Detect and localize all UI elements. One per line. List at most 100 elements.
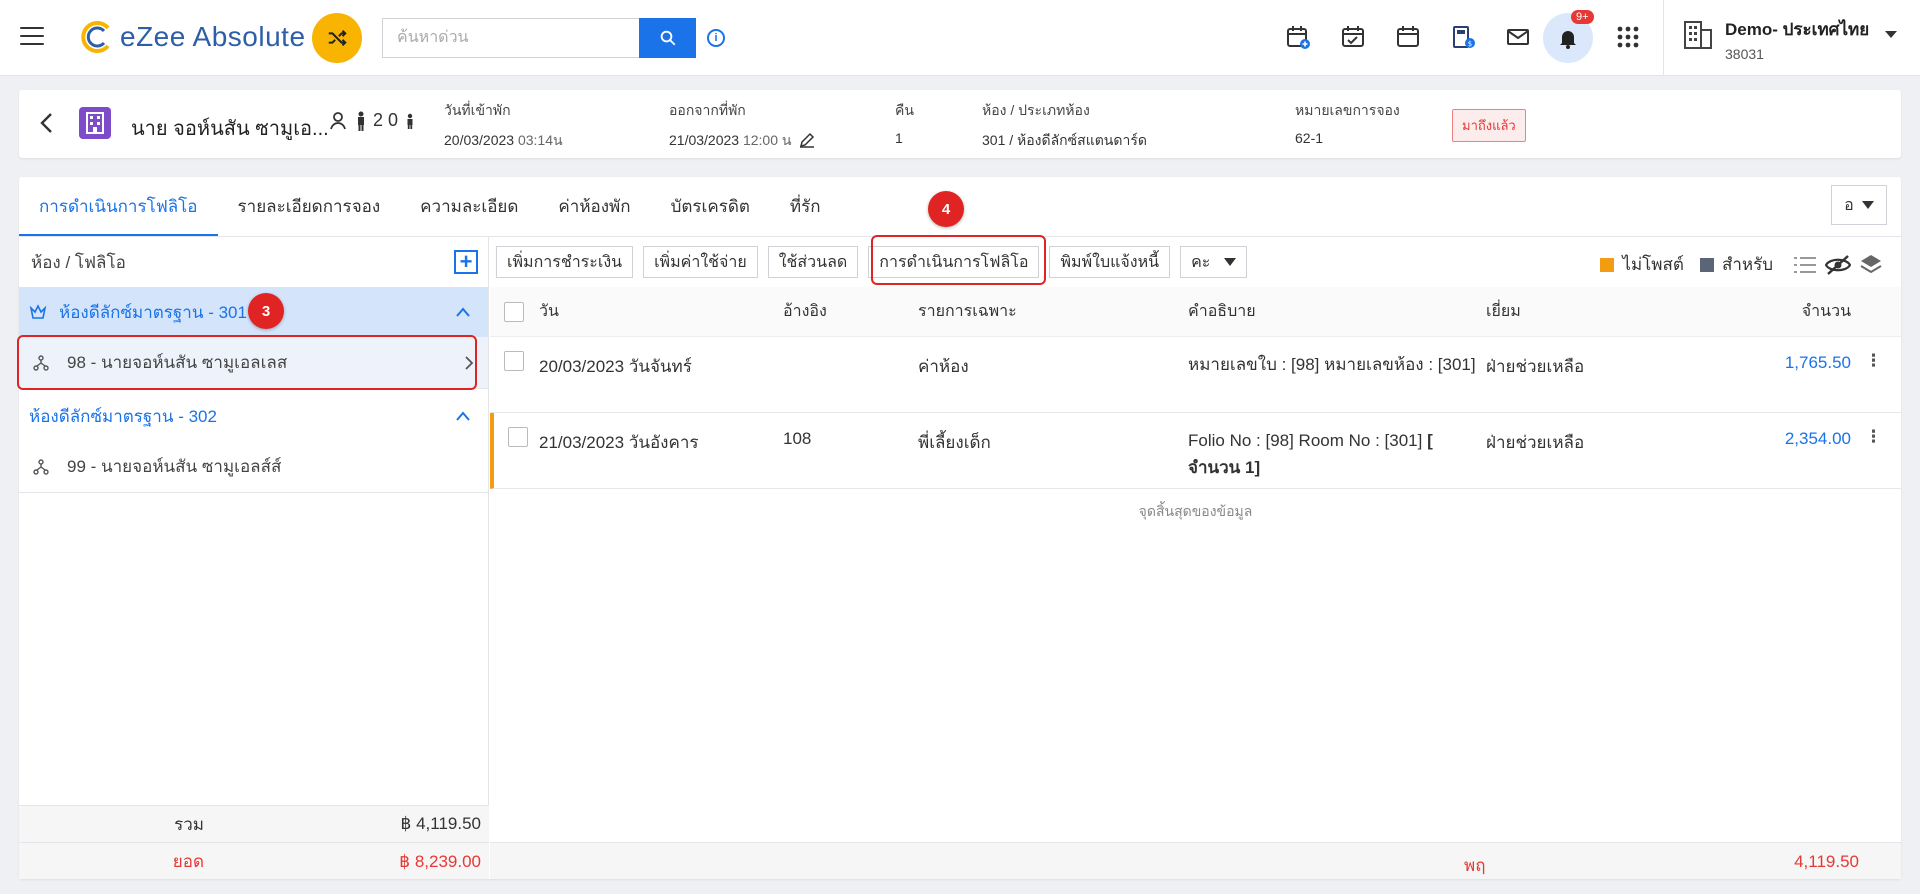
tab-booking-details[interactable]: รายละเอียดการจอง — [218, 177, 401, 237]
add-charge-button[interactable]: เพิ่มค่าใช้จ่าย — [643, 246, 758, 278]
balance-value: ฿ 8,239.00 — [399, 851, 481, 871]
folio-label: 99 - นายจอห์นสัน ซามูเอลส์ส์ — [67, 457, 282, 476]
guest-profile-icon[interactable] — [329, 111, 349, 131]
col-header-desc[interactable]: คำอธิบาย — [1188, 298, 1486, 325]
row-ref: 108 — [783, 429, 812, 448]
property-name: Demo- ประเทศไทย — [1725, 20, 1870, 39]
table-footer: พฤ 4,119.50 — [490, 842, 1901, 879]
tab-credit-card[interactable]: บัตรเครดิต — [651, 177, 770, 237]
calendar-check-icon[interactable] — [1338, 22, 1368, 52]
notification-badge: 9+ — [1571, 10, 1594, 24]
row-item: พี่เลี้ยงเด็ก — [918, 433, 991, 452]
col-header-amount[interactable]: จำนวน — [1736, 299, 1851, 324]
room-folio-list: ห้อง / โฟลิโอ + ห้องดีลักซ์มาตรฐาน - 301… — [19, 237, 489, 879]
folio-transactions: เพิ่มการชำระเงิน เพิ่มค่าใช้จ่าย ใช้ส่วน… — [490, 237, 1901, 879]
add-payment-button[interactable]: เพิ่มการชำระเงิน — [496, 246, 634, 278]
chevron-up-icon[interactable] — [456, 411, 470, 421]
shuffle-button[interactable] — [312, 13, 362, 63]
room-folio-title: ห้อง / โฟลิโอ — [31, 252, 126, 272]
end-of-data: จุดสิ้นสุดของข้อมูล — [1138, 503, 1253, 519]
search-input[interactable] — [382, 18, 639, 58]
chevron-down-icon — [1861, 201, 1874, 209]
nights-label: คืน — [895, 102, 914, 118]
row-visit: ฝ่ายช่วยเหลือ — [1486, 433, 1585, 452]
status-badge: มาถึงแล้ว — [1452, 109, 1526, 142]
row-checkbox[interactable] — [508, 427, 528, 447]
info-icon[interactable]: i — [707, 29, 725, 47]
row-amount[interactable]: 2,354.00 — [1736, 427, 1851, 449]
row-more-icon[interactable]: ⋮ — [1851, 427, 1896, 447]
select-all-checkbox[interactable] — [504, 301, 524, 322]
for-swatch — [1699, 257, 1714, 272]
row-checkbox[interactable] — [504, 351, 524, 371]
calendar-add-icon[interactable] — [1283, 22, 1313, 52]
total-value: ฿ 4,119.50 — [400, 814, 481, 833]
app-logo[interactable]: eZee Absolute — [80, 20, 306, 54]
balance-label: ยอด — [172, 852, 204, 871]
guest-name[interactable]: นาย จอห์นสัน ซามูเอ... — [131, 112, 329, 144]
tab-bar: การดำเนินการโฟลิโอ รายละเอียดการจอง ความ… — [19, 177, 841, 237]
apps-grid-icon[interactable] — [1613, 22, 1643, 52]
cash-register-icon[interactable]: $ — [1448, 22, 1478, 52]
row-more-icon[interactable]: ⋮ — [1851, 351, 1896, 371]
apply-discount-button[interactable]: ใช้ส่วนลด — [767, 246, 859, 278]
folio-item-99[interactable]: 99 - นายจอห์นสัน ซามูเอลส์ส์ — [19, 441, 488, 493]
back-arrow-icon[interactable] — [39, 112, 53, 134]
room-label: ห้อง / ประเภทห้อง — [982, 102, 1090, 118]
add-folio-button[interactable]: + — [454, 250, 478, 274]
edit-pencil-icon[interactable] — [799, 132, 815, 148]
resno-value: 62-1 — [1295, 130, 1324, 146]
table-header: วัน อ้างอิง รายการเฉพาะ คำอธิบาย เยี่ยม … — [490, 287, 1901, 337]
checkin-date: 20/03/2023 — [444, 132, 515, 148]
tab-more-dropdown[interactable]: อ — [1831, 185, 1887, 225]
logo-mark-icon — [81, 21, 110, 53]
table-row[interactable]: 21/03/2023 วันอังคาร 108 พี่เลี้ยงเด็ก F… — [490, 413, 1901, 489]
layers-icon[interactable] — [1859, 253, 1883, 277]
pax-count: 2 0 — [373, 110, 399, 130]
search-button[interactable] — [639, 18, 696, 58]
calendar-icon[interactable] — [1393, 22, 1423, 52]
row-desc: Folio No : [98] Room No : [301] — [1188, 431, 1428, 450]
row-amount[interactable]: 1,765.50 — [1736, 351, 1851, 373]
mail-icon[interactable] — [1503, 22, 1533, 52]
tab-room-charges[interactable]: ค่าห้องพัก — [538, 177, 650, 237]
room-group-302[interactable]: ห้องดีลักซ์มาตรฐาน - 302 — [19, 391, 488, 441]
checkin-time: 03:14น — [517, 132, 563, 148]
tab-favorite[interactable]: ที่รัก — [770, 177, 841, 237]
room-value: 301 / ห้องดีลักซ์สแตนดาร์ด — [982, 132, 1147, 148]
eye-off-icon[interactable] — [1825, 254, 1851, 276]
reservation-header: นาย จอห์นสัน ซามูเอ... 2 0 วันที่เข้าพัก… — [19, 90, 1901, 158]
tab-folio-operations[interactable]: การดำเนินการโฟลิโอ — [19, 177, 218, 237]
tab-details[interactable]: ความละเอียด — [400, 177, 538, 237]
bell-icon — [1560, 31, 1576, 49]
total-label: รวม — [174, 814, 204, 834]
checkout-time: 12:00 น — [742, 132, 792, 148]
list-view-icon[interactable] — [1793, 254, 1817, 276]
logo-text: eZee Absolute — [120, 21, 306, 52]
col-header-date[interactable]: วัน — [539, 299, 783, 324]
print-invoice-button[interactable]: พิมพ์ใบแจ้งหนี้ — [1049, 246, 1171, 278]
row-desc: หมายเลขใบ : [98] หมายเลขห้อง : [301] — [1188, 355, 1476, 374]
legend-for: สำหรับ — [1721, 255, 1773, 274]
shuffle-icon — [328, 29, 347, 47]
more-actions-dropdown[interactable]: คะ — [1180, 246, 1248, 278]
property-selector[interactable]: Demo- ประเทศไทย 38031 — [1683, 16, 1869, 62]
reservation-number-info: หมายเลขการจอง 62-1 — [1295, 100, 1400, 146]
child-icon — [407, 113, 413, 129]
nights-value: 1 — [895, 130, 903, 146]
chevron-down-icon[interactable] — [1884, 30, 1898, 40]
col-header-ref[interactable]: อ้างอิง — [783, 299, 918, 324]
row-item: ค่าห้อง — [918, 357, 969, 376]
table-row[interactable]: 20/03/2023 วันจันทร์ ค่าห้อง หมายเลขใบ :… — [490, 337, 1901, 413]
col-header-item[interactable]: รายการเฉพาะ — [918, 299, 1188, 324]
hotel-icon — [79, 107, 111, 139]
checkout-info: ออกจากที่พัก 21/03/2023 12:00 น — [669, 100, 815, 152]
top-bar: eZee Absolute i $ 9+ Demo- ประเทศไทย 380… — [0, 0, 1920, 76]
checkout-date: 21/03/2023 — [669, 132, 740, 148]
checkin-label: วันที่เข้าพัก — [444, 102, 511, 118]
chevron-up-icon[interactable] — [456, 307, 470, 317]
step-marker-4: 4 — [928, 191, 964, 227]
row-date: 20/03/2023 วันจันทร์ — [539, 357, 692, 376]
col-header-visit[interactable]: เยี่ยม — [1486, 299, 1736, 324]
menu-icon[interactable] — [20, 27, 44, 47]
